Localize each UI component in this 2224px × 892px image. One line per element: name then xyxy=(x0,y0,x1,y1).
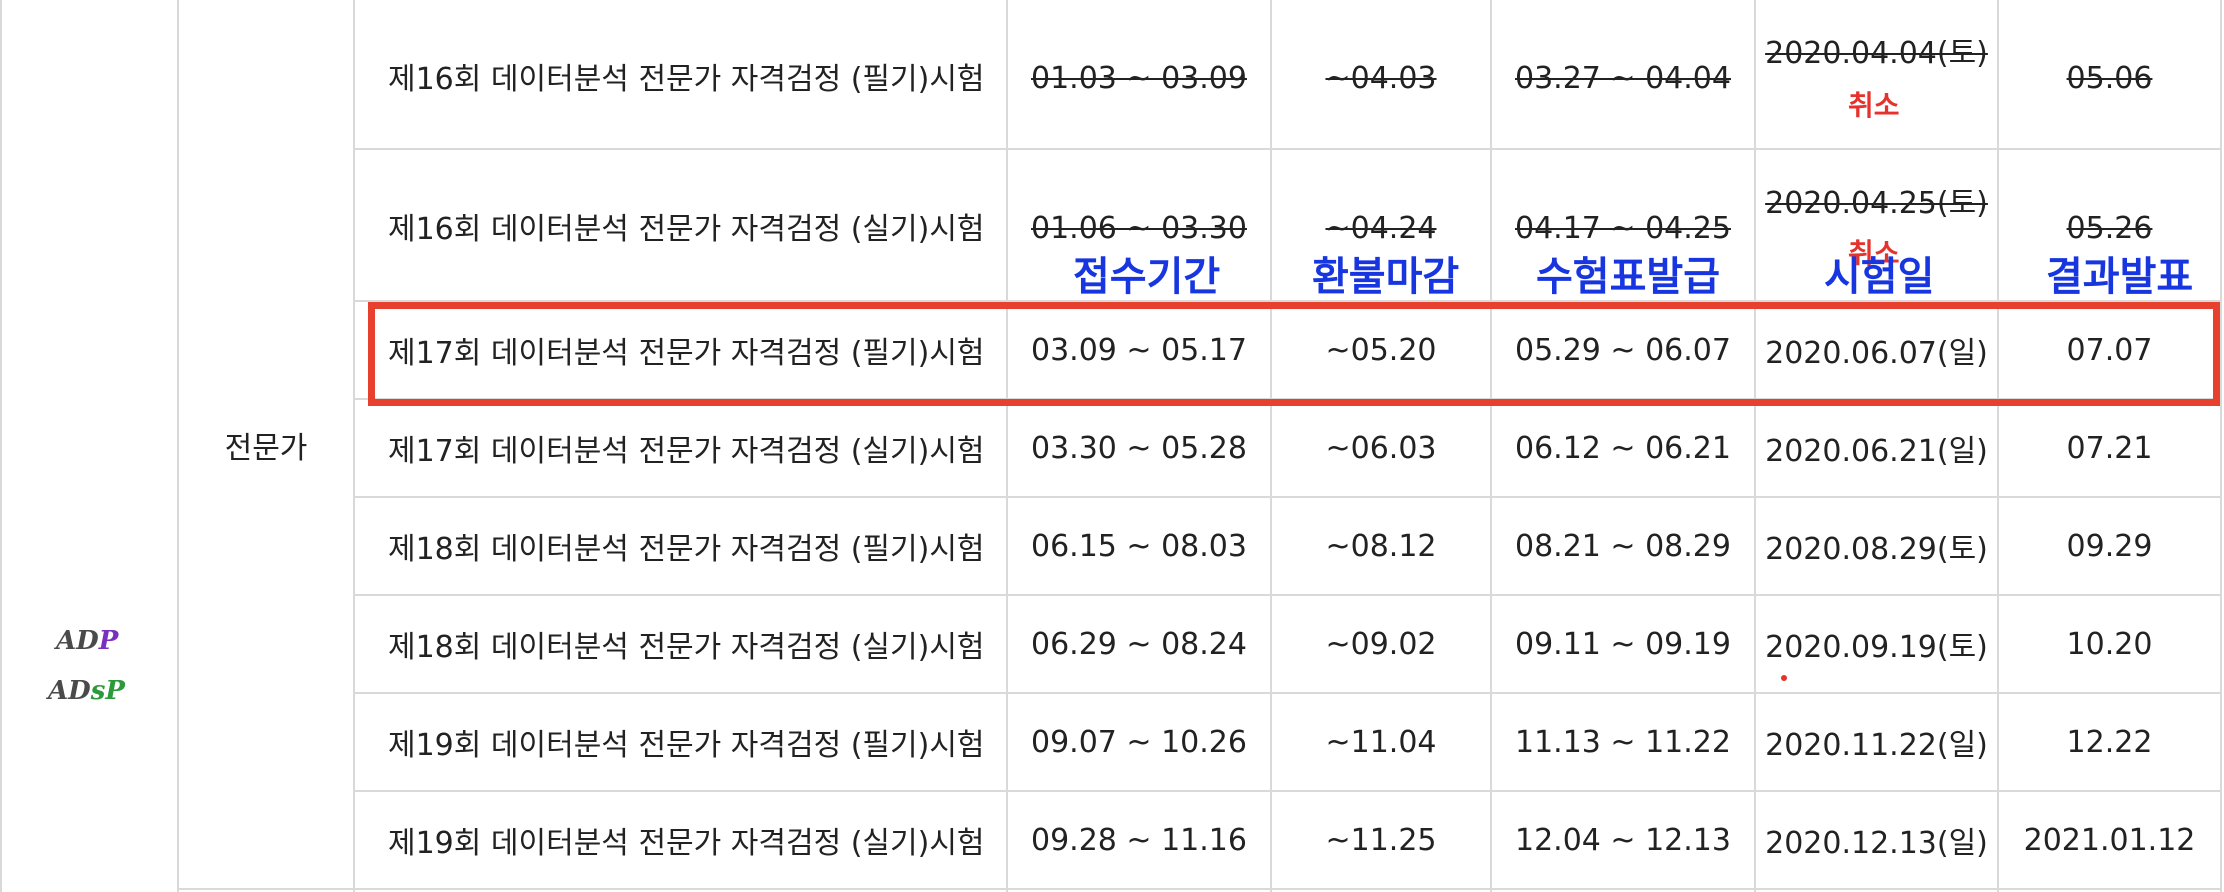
adsp-logo: ADsP xyxy=(48,676,125,706)
exam-name: 제19회 데이터분석 전문가 자격검정 (실기)시험 xyxy=(388,826,985,861)
grid-line xyxy=(353,148,2221,150)
grid-line xyxy=(353,790,2221,792)
ticket-cell: 08.21 ~ 08.29 xyxy=(1515,528,1731,564)
refund-cell: ~04.03 xyxy=(1325,60,1437,96)
grid-line xyxy=(353,594,2221,596)
exam-name: 제16회 데이터분석 전문가 자격검정 (실기)시험 xyxy=(388,212,985,247)
ticket-cell: 11.13 ~ 11.22 xyxy=(1515,724,1731,760)
grid-line xyxy=(177,888,2221,890)
highlight-box xyxy=(368,302,2220,406)
ticket-cell: 12.04 ~ 12.13 xyxy=(1515,822,1731,858)
result-cell: 09.29 xyxy=(2066,528,2153,564)
exam-name: 제16회 데이터분석 전문가 자격검정 (필기)시험 xyxy=(388,62,985,97)
refund-cell: ~09.02 xyxy=(1325,626,1437,662)
exam-date-cell: 2020.11.22(일) xyxy=(1765,728,1988,763)
exam-date-cell: 2020.08.29(토) xyxy=(1765,532,1988,567)
result-cell: 12.22 xyxy=(2066,724,2153,760)
ticket-cell: 06.12 ~ 06.21 xyxy=(1515,430,1731,466)
result-cell: 10.20 xyxy=(2066,626,2153,662)
period-cell: 09.28 ~ 11.16 xyxy=(1031,822,1247,858)
period-cell: 03.30 ~ 05.28 xyxy=(1031,430,1247,466)
ticket-cell: 03.27 ~ 04.04 xyxy=(1515,60,1731,96)
cancel-label: 취소 xyxy=(1848,89,1900,122)
result-cell: 05.06 xyxy=(2066,60,2153,96)
ticket-cell: 09.11 ~ 09.19 xyxy=(1515,626,1731,662)
grid-line xyxy=(353,496,2221,498)
exam-date-cell: 2020.09.19(토) xyxy=(1765,630,1988,665)
exam-name: 제19회 데이터분석 전문가 자격검정 (필기)시험 xyxy=(388,728,985,763)
overlay-header-refund: 환불마감 xyxy=(1312,254,1460,300)
refund-cell: ~11.04 xyxy=(1325,724,1437,760)
period-cell: 06.29 ~ 08.24 xyxy=(1031,626,1247,662)
result-cell: 2021.01.12 xyxy=(2023,822,2196,858)
exam-name: 제17회 데이터분석 전문가 자격검정 (실기)시험 xyxy=(388,434,985,469)
category-label: 전문가 xyxy=(224,431,308,466)
overlay-header-exam: 시험일 xyxy=(1824,254,1935,300)
refund-cell: ~11.25 xyxy=(1325,822,1437,858)
refund-cell: ~06.03 xyxy=(1325,430,1437,466)
refund-cell: ~08.12 xyxy=(1325,528,1437,564)
overlay-header-ticket: 수험표발급 xyxy=(1536,254,1720,300)
red-dot-mark xyxy=(1781,675,1787,681)
period-cell: 09.07 ~ 10.26 xyxy=(1031,724,1247,760)
exam-date-cell: 2020.04.04(토) xyxy=(1765,36,1988,71)
grid-line xyxy=(0,0,2,892)
exam-date-cell: 2020.06.21(일) xyxy=(1765,434,1988,469)
result-cell: 07.21 xyxy=(2066,430,2153,466)
period-cell: 06.15 ~ 08.03 xyxy=(1031,528,1247,564)
exam-date-cell: 2020.04.25(토) xyxy=(1765,186,1988,221)
exam-name: 제18회 데이터분석 전문가 자격검정 (실기)시험 xyxy=(388,630,985,665)
exam-name: 제18회 데이터분석 전문가 자격검정 (필기)시험 xyxy=(388,532,985,567)
overlay-header-result: 결과발표 xyxy=(2046,254,2194,300)
grid-line xyxy=(2220,0,2222,892)
adp-logo: ADP xyxy=(56,626,119,656)
overlay-header-period: 접수기간 xyxy=(1073,254,1221,300)
grid-line xyxy=(353,0,355,892)
period-cell: 01.03 ~ 03.09 xyxy=(1031,60,1247,96)
exam-date-cell: 2020.12.13(일) xyxy=(1765,826,1988,861)
grid-line xyxy=(353,692,2221,694)
